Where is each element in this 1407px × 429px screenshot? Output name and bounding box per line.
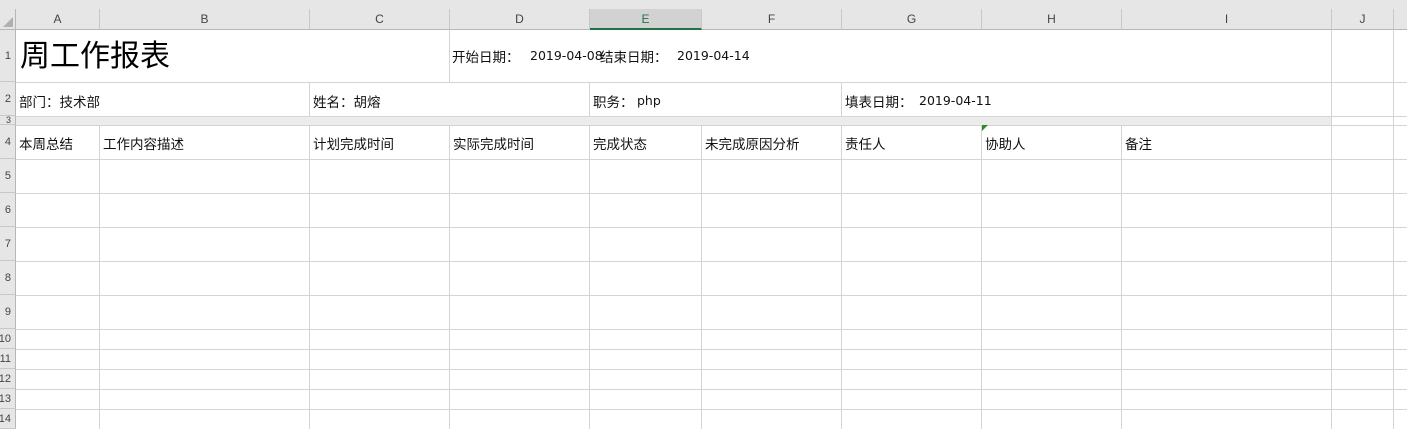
column-header-a[interactable]: A	[16, 9, 100, 30]
column-header-g[interactable]: G	[842, 9, 982, 30]
col-line-e-f	[701, 125, 702, 429]
select-all-triangle-icon	[3, 17, 13, 27]
row-header-3[interactable]: 3	[0, 116, 16, 125]
header-remarks[interactable]: 备注	[1125, 133, 1152, 153]
row-header-1[interactable]: 1	[0, 30, 16, 82]
row-header-7[interactable]: 7	[0, 227, 16, 261]
row-header-4[interactable]: 4	[0, 125, 16, 159]
department-cell[interactable]: 部门：技术部	[19, 91, 100, 111]
row-line-13	[16, 409, 1407, 410]
position-value[interactable]: php	[637, 93, 661, 108]
col-line-j-k	[1393, 30, 1394, 429]
col-line-b-c	[309, 125, 310, 429]
header-assistant[interactable]: 协助人	[985, 133, 1026, 153]
sheet-top-strip	[0, 0, 1407, 9]
row-header-2[interactable]: 2	[0, 82, 16, 116]
header-actual-time[interactable]: 实际完成时间	[453, 133, 534, 153]
name-cell[interactable]: 姓名：胡熔	[313, 91, 381, 111]
row-line-3	[16, 125, 1407, 126]
select-all-corner[interactable]	[0, 9, 16, 30]
row-line-12	[16, 389, 1407, 390]
row-line-10	[16, 349, 1407, 350]
column-header-c[interactable]: C	[310, 9, 450, 30]
row-header-8[interactable]: 8	[0, 261, 16, 295]
row-line-5	[16, 193, 1407, 194]
fill-date-label: 填表日期：	[845, 95, 913, 111]
col-line-b-c-row2	[309, 82, 310, 116]
row-header-14[interactable]: 14	[0, 409, 16, 429]
end-date-label: 结束日期：	[600, 50, 668, 66]
col-line-f-g	[841, 125, 842, 429]
row-3-shade	[16, 117, 1332, 125]
row-header-12[interactable]: 12	[0, 369, 16, 389]
fill-date-value[interactable]: 2019-04-11	[919, 93, 992, 108]
column-header-i[interactable]: I	[1122, 9, 1332, 30]
column-header-d[interactable]: D	[450, 9, 590, 30]
position-label: 职务：	[593, 95, 634, 111]
col-line-c-d-row1	[449, 30, 450, 82]
column-header-e[interactable]: E	[590, 9, 702, 30]
column-header-j[interactable]: J	[1332, 9, 1394, 30]
end-date-value[interactable]: 2019-04-14	[677, 48, 750, 63]
start-date-label: 开始日期：	[452, 50, 520, 66]
row-line-7	[16, 261, 1407, 262]
header-work-description[interactable]: 工作内容描述	[103, 133, 184, 153]
start-date-value[interactable]: 2019-04-08	[530, 48, 603, 63]
comment-indicator-icon[interactable]	[982, 125, 988, 131]
row-header-13[interactable]: 13	[0, 389, 16, 409]
col-line-d-e	[589, 125, 590, 429]
column-header-h[interactable]: H	[982, 9, 1122, 30]
report-title[interactable]: 周工作报表	[20, 37, 170, 77]
column-header-b[interactable]: B	[100, 9, 310, 30]
header-planned-time[interactable]: 计划完成时间	[313, 133, 394, 153]
row-line-9	[16, 329, 1407, 330]
col-line-g-h	[981, 125, 982, 429]
col-line-f-g-row2	[841, 82, 842, 116]
row-line-1	[16, 82, 1407, 83]
column-header-overflow	[1394, 9, 1407, 30]
header-status[interactable]: 完成状态	[593, 133, 647, 153]
header-weekly-summary[interactable]: 本周总结	[19, 133, 73, 153]
row-line-6	[16, 227, 1407, 228]
col-line-i-j	[1331, 30, 1332, 429]
row-line-8	[16, 295, 1407, 296]
col-line-h-i	[1121, 125, 1122, 429]
col-line-d-e-row2	[589, 82, 590, 116]
row-header-11[interactable]: 11	[0, 349, 16, 369]
row-line-4	[16, 159, 1407, 160]
row-header-9[interactable]: 9	[0, 295, 16, 329]
row-header-6[interactable]: 6	[0, 193, 16, 227]
row-line-11	[16, 369, 1407, 370]
row-header-10[interactable]: 10	[0, 329, 16, 349]
header-incomplete-reason[interactable]: 未完成原因分析	[705, 133, 800, 153]
header-responsible[interactable]: 责任人	[845, 133, 886, 153]
row-header-5[interactable]: 5	[0, 159, 16, 193]
col-line-c-d	[449, 125, 450, 429]
col-line-a-b	[99, 125, 100, 429]
column-header-f[interactable]: F	[702, 9, 842, 30]
